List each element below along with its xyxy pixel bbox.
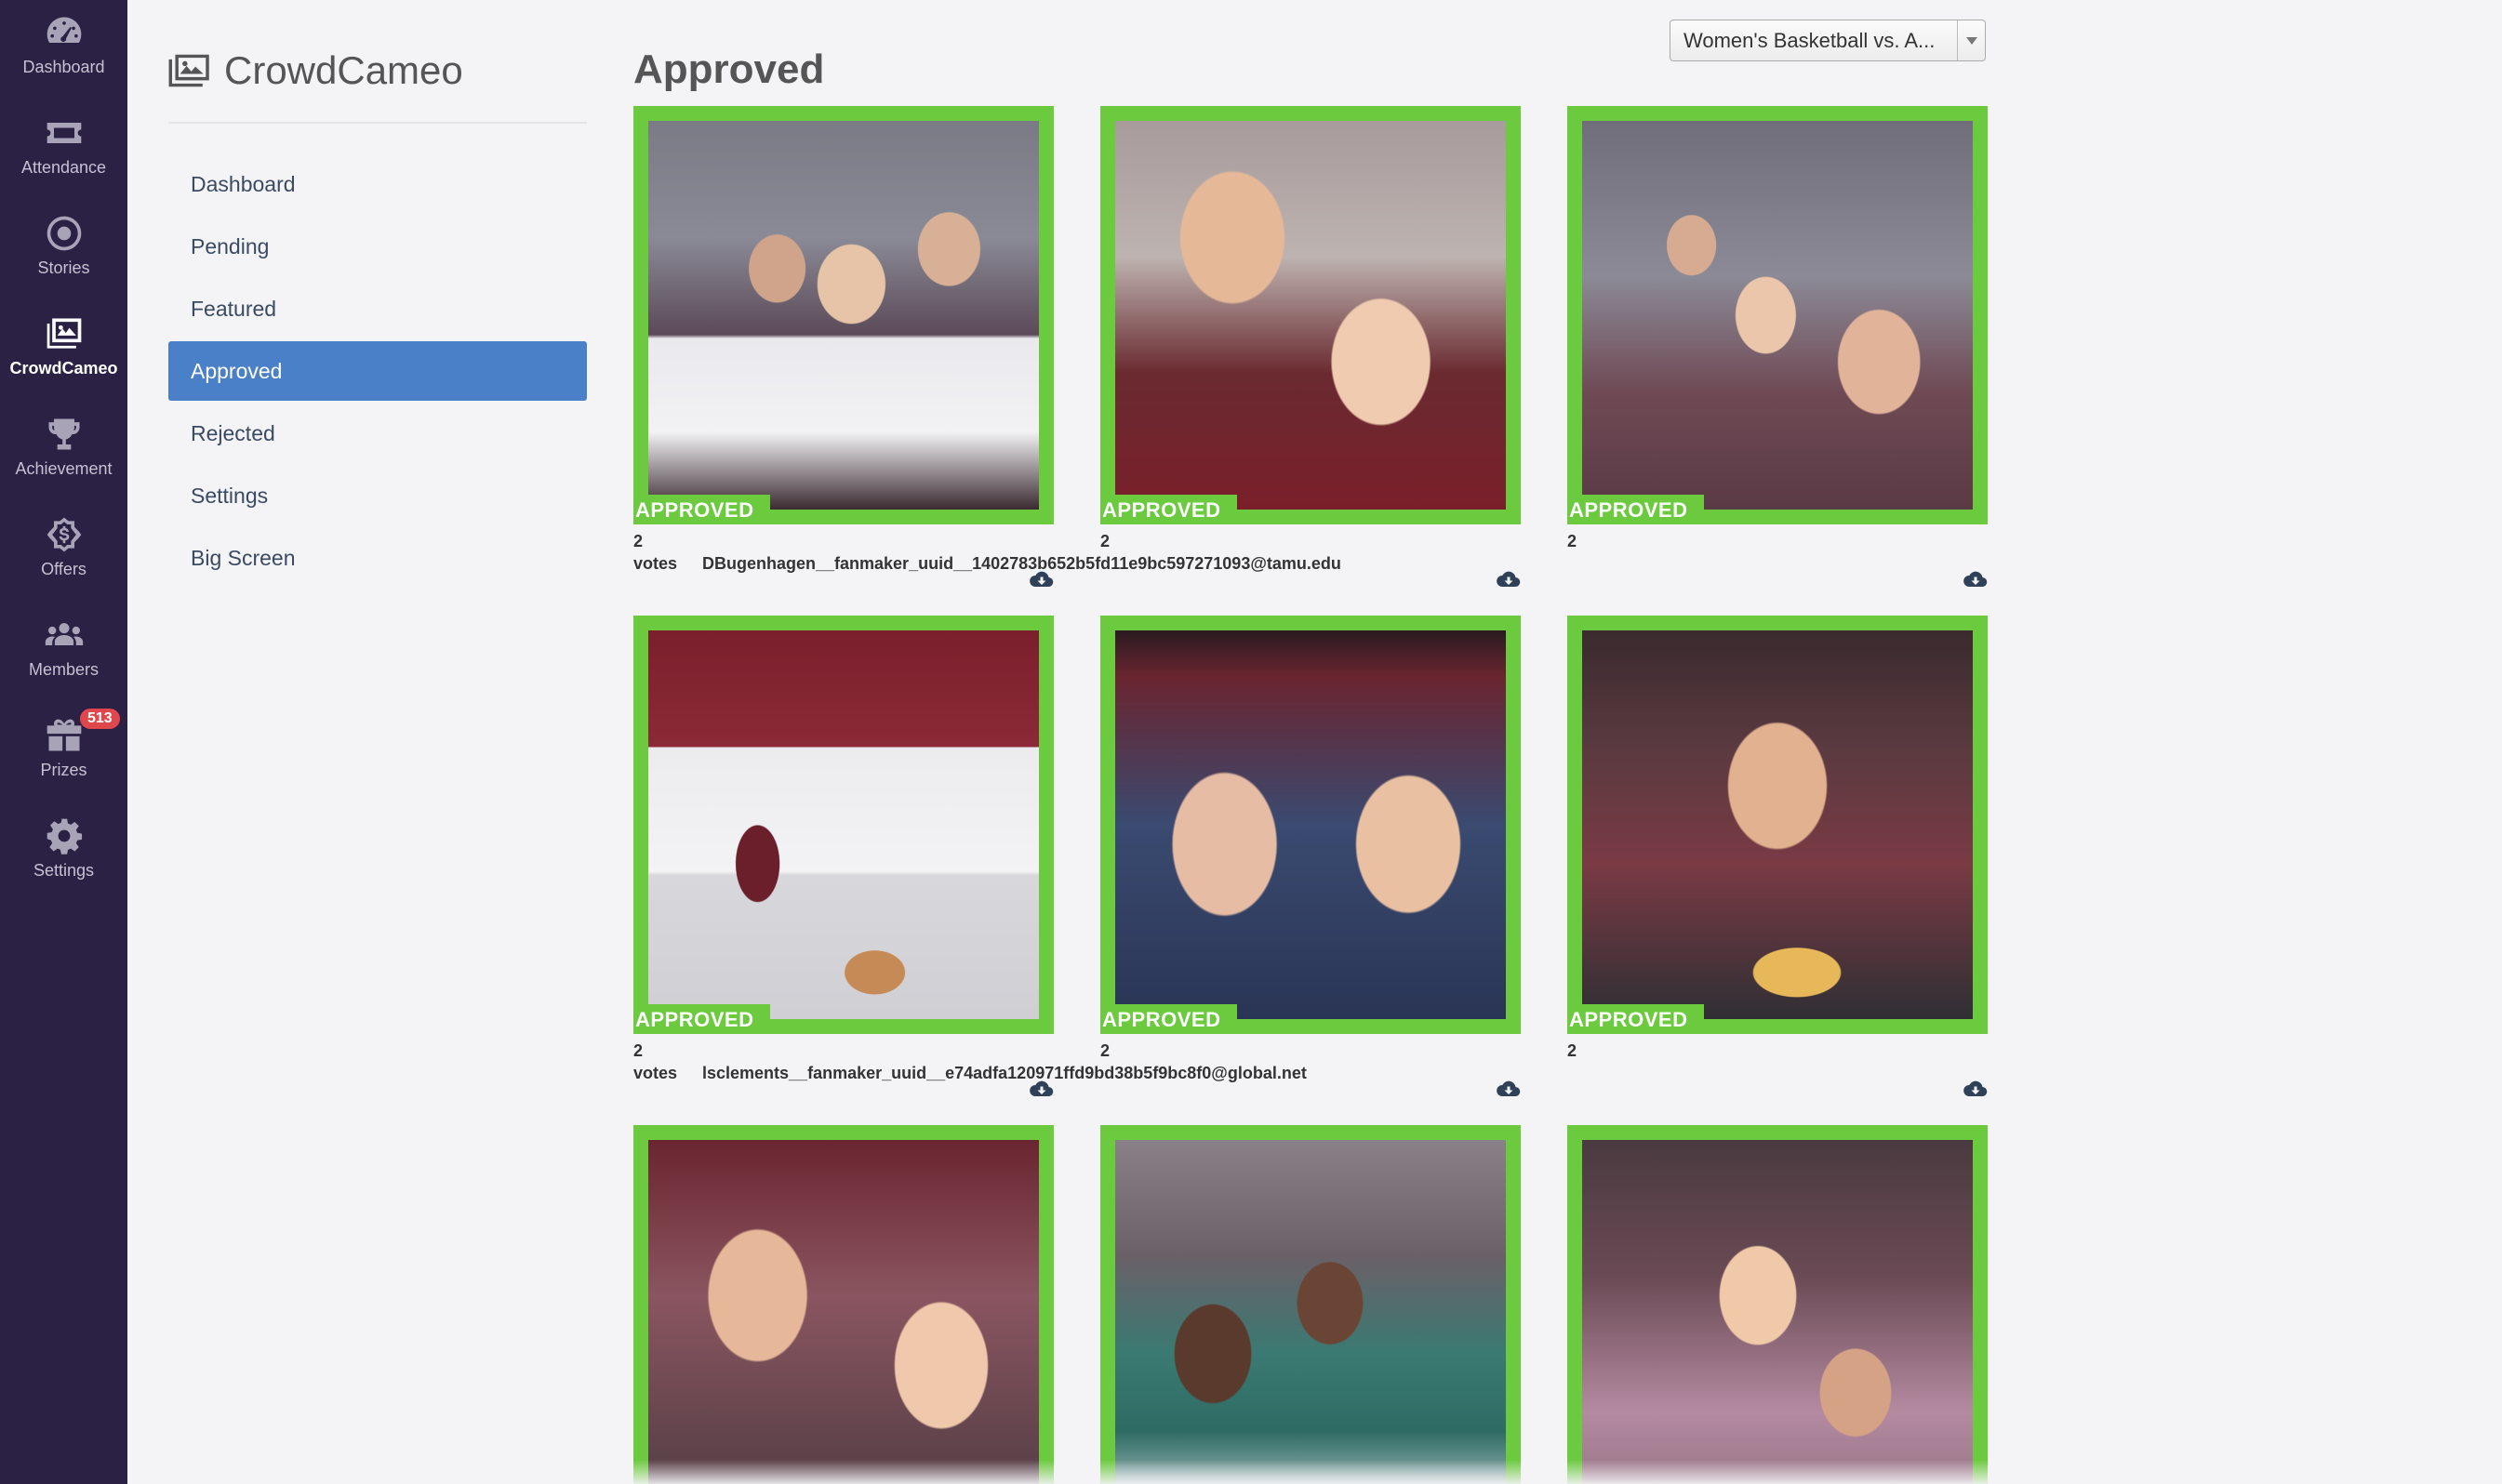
event-select[interactable]: Women's Basketball vs. A... [1670, 20, 1986, 61]
submitted-photo [1115, 121, 1506, 510]
rail-item-label: CrowdCameo [9, 359, 118, 378]
photo-card: APPROVED 2 [1100, 616, 1521, 1097]
rail-item-dashboard[interactable]: Dashboard [0, 0, 127, 93]
rail-item-label: Attendance [20, 158, 107, 177]
photo-frame[interactable]: APPROVED [1100, 616, 1521, 1034]
section-title: CrowdCameo [224, 48, 463, 92]
rail-item-members[interactable]: Members [0, 603, 127, 696]
rail-item-settings[interactable]: Settings [0, 803, 127, 896]
rail-item-label: Members [28, 660, 99, 679]
cloud-download-icon[interactable] [1030, 571, 1054, 588]
scroll-fade [127, 1460, 2502, 1484]
photo-card: APPROVED 2 votes lsclements__fanmaker_uu… [633, 616, 1307, 1097]
rail-item-attendance[interactable]: Attendance [0, 100, 127, 193]
gift-icon [43, 714, 86, 757]
rail-item-label: Prizes [40, 761, 87, 779]
approved-stamp: APPROVED [633, 495, 771, 524]
photo-frame[interactable] [633, 1125, 1054, 1484]
submitted-photo [648, 630, 1039, 1019]
photo-card: APPROVED 2 votes DBugenhagen__fanmaker_u… [633, 106, 1341, 588]
trophy-icon [43, 413, 86, 456]
section-nav-rejected[interactable]: Rejected [168, 404, 587, 463]
vote-count: 2 [1100, 532, 1111, 550]
section-nav-settings[interactable]: Settings [168, 466, 587, 525]
vote-count: 2 [1100, 1041, 1111, 1060]
vote-label: votes [633, 1064, 678, 1082]
dollar-icon [43, 513, 86, 556]
approved-stamp: APPROVED [1100, 495, 1238, 524]
submitted-photo [1582, 630, 1973, 1019]
rail-item-label: Offers [41, 560, 87, 578]
submitted-photo [648, 121, 1039, 510]
gauge-icon [43, 11, 86, 54]
rail-item-label: Dashboard [22, 58, 105, 76]
section-nav-big-screen[interactable]: Big Screen [168, 528, 587, 588]
users-icon [43, 614, 86, 656]
rail-item-label: Stories [37, 258, 90, 277]
photo-card: APPROVED 2 [1567, 106, 1988, 588]
rail-item-achievement[interactable]: Achievement [0, 402, 127, 495]
submitted-photo [648, 1140, 1039, 1484]
prizes-count-badge: 513 [80, 709, 120, 729]
rail-item-crowdcameo[interactable]: CrowdCameo [0, 301, 127, 394]
vote-count: 2 [633, 1041, 644, 1060]
vote-label: votes [633, 554, 678, 573]
ticket-icon [43, 112, 86, 154]
photo-frame[interactable] [1100, 1125, 1521, 1484]
rail-item-offers[interactable]: Offers [0, 502, 127, 595]
gear-icon [43, 815, 86, 857]
section-nav-pending[interactable]: Pending [168, 217, 587, 276]
photos-icon [168, 54, 209, 87]
section-nav: Dashboard Pending Featured Approved Reje… [168, 154, 587, 590]
approved-stamp: APPROVED [1567, 1004, 1705, 1034]
section-nav-dashboard[interactable]: Dashboard [168, 154, 587, 214]
circle-dot-icon [43, 212, 86, 255]
photo-frame[interactable]: APPROVED [633, 616, 1054, 1034]
photo-frame[interactable]: APPROVED [633, 106, 1054, 524]
photo-frame[interactable]: APPROVED [1100, 106, 1521, 524]
approved-stamp: APPROVED [1567, 495, 1705, 524]
cloud-download-icon[interactable] [1497, 571, 1521, 588]
section-nav-approved[interactable]: Approved [168, 341, 587, 401]
photo-card [1567, 1125, 1988, 1484]
vote-count: 2 [633, 532, 644, 550]
submitted-photo [1115, 630, 1506, 1019]
submitted-photo [1582, 1140, 1973, 1484]
vote-count: 2 [1567, 532, 1577, 550]
submitted-photo [1115, 1140, 1506, 1484]
photo-card: APPROVED 2 [1567, 616, 1988, 1097]
photos-icon [43, 312, 86, 355]
chevron-down-icon [1957, 20, 1985, 60]
rail-item-label: Achievement [15, 459, 113, 478]
photo-frame[interactable] [1567, 1125, 1988, 1484]
rail-item-label: Settings [33, 861, 95, 880]
cloud-download-icon[interactable] [1497, 1080, 1521, 1097]
photo-card: APPROVED 2 [1100, 106, 1521, 588]
section-nav-featured[interactable]: Featured [168, 279, 587, 338]
vote-count: 2 [1567, 1041, 1577, 1060]
rail-item-prizes[interactable]: Prizes 513 [0, 703, 127, 796]
photo-frame[interactable]: APPROVED [1567, 106, 1988, 524]
submitted-photo [1582, 121, 1973, 510]
cloud-download-icon[interactable] [1030, 1080, 1054, 1097]
cloud-download-icon[interactable] [1963, 571, 1988, 588]
event-select-value: Women's Basketball vs. A... [1684, 28, 1936, 52]
rail-item-stories[interactable]: Stories [0, 201, 127, 294]
section-header: CrowdCameo [168, 48, 463, 93]
section-divider [168, 122, 587, 124]
photo-card [633, 1125, 1054, 1484]
cloud-download-icon[interactable] [1963, 1080, 1988, 1097]
approved-stamp: APPROVED [1100, 1004, 1238, 1034]
page-title: Approved [633, 46, 825, 92]
photo-card [1100, 1125, 1521, 1484]
approved-stamp: APPROVED [633, 1004, 771, 1034]
app-rail: Dashboard Attendance Stories CrowdCameo … [0, 0, 127, 1484]
photo-frame[interactable]: APPROVED [1567, 616, 1988, 1034]
